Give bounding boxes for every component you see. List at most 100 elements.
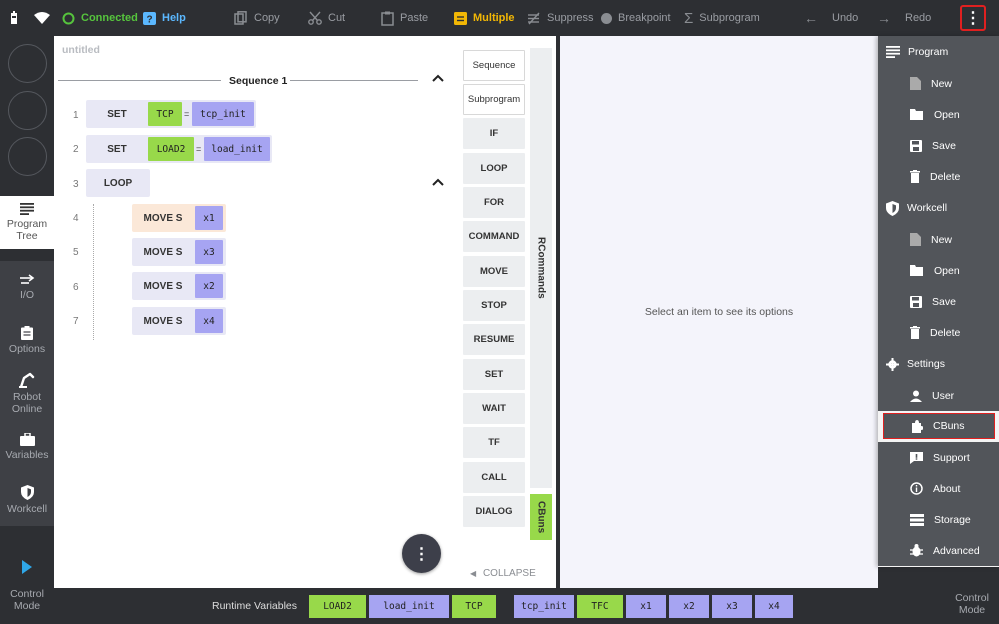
- shield-icon: [886, 200, 899, 216]
- subprogram-label: Subprogram: [699, 12, 760, 24]
- equals-sign: =: [196, 144, 202, 154]
- menu-program-save[interactable]: Save: [878, 130, 999, 161]
- clipboard-list-icon: [21, 326, 33, 340]
- redo-button[interactable]: → Redo: [877, 0, 931, 36]
- runtime-var-chip[interactable]: LOAD2: [309, 595, 366, 618]
- nav-workcell[interactable]: Workcell: [0, 473, 54, 526]
- menu-workcell-delete[interactable]: Delete: [878, 317, 999, 348]
- program-row-loop[interactable]: LOOP: [86, 169, 150, 197]
- cmd-move[interactable]: MOVE: [463, 256, 525, 287]
- menu-program-open[interactable]: Open: [878, 99, 999, 130]
- menu-settings-cbuns[interactable]: CBuns: [883, 413, 995, 439]
- floating-action-button[interactable]: ⋮: [402, 534, 441, 573]
- breakpoint-icon: [601, 12, 612, 24]
- value-chip[interactable]: tcp_init: [192, 102, 254, 126]
- undo-label: Undo: [832, 12, 859, 24]
- cmd-if[interactable]: IF: [463, 118, 525, 149]
- nav-label: Variables: [5, 448, 49, 461]
- menu-item-label: Advanced: [933, 544, 980, 557]
- sigma-icon: Σ: [684, 9, 694, 27]
- value-chip[interactable]: x1: [195, 206, 223, 230]
- control-mode-label: Control Mode: [955, 592, 989, 616]
- value-chip[interactable]: x2: [195, 274, 223, 298]
- cmd-wait[interactable]: WAIT: [463, 393, 525, 424]
- control-mode-right[interactable]: Control Mode: [945, 560, 999, 616]
- menu-item-label: User: [932, 389, 955, 402]
- breakpoint-label: Breakpoint: [618, 12, 671, 24]
- cut-button[interactable]: Cut: [308, 0, 345, 36]
- runtime-var-chip[interactable]: x2: [669, 595, 709, 618]
- collapse-button[interactable]: ◀ COLLAPSE: [470, 568, 536, 579]
- value-chip[interactable]: load_init: [204, 137, 270, 161]
- save-icon: [910, 295, 922, 308]
- cmd-for[interactable]: FOR: [463, 187, 525, 218]
- menu-settings-user[interactable]: User: [878, 380, 999, 411]
- value-chip[interactable]: x4: [195, 309, 223, 333]
- chevron-up-icon[interactable]: [432, 74, 444, 86]
- more-menu-button[interactable]: ⋮: [960, 5, 986, 31]
- runtime-var-chip[interactable]: x4: [755, 595, 793, 618]
- menu-workcell-save[interactable]: Save: [878, 286, 999, 317]
- menu-workcell-open[interactable]: Open: [878, 255, 999, 286]
- copy-button[interactable]: Copy: [234, 0, 280, 36]
- variable-chip[interactable]: TCP: [148, 102, 182, 126]
- cmd-resume[interactable]: RESUME: [463, 324, 525, 355]
- menu-workcell-new[interactable]: New: [878, 224, 999, 255]
- nav-options[interactable]: Options: [0, 314, 54, 367]
- multiple-select-toggle[interactable]: Multiple: [454, 0, 515, 36]
- runtime-var-chip[interactable]: TCP: [452, 595, 496, 618]
- command-label: MOVE S: [143, 246, 183, 258]
- variable-chip[interactable]: LOAD2: [148, 137, 194, 161]
- arrow-left-icon: ←: [804, 10, 818, 26]
- cmd-call[interactable]: CALL: [463, 462, 525, 493]
- options-placeholder: Select an item to see its options: [644, 306, 794, 318]
- tab-cbuns[interactable]: CBuns: [530, 494, 552, 540]
- control-mode-left[interactable]: Control Mode: [0, 540, 54, 624]
- help-icon: ?: [143, 11, 156, 25]
- paste-label: Paste: [400, 12, 429, 24]
- undo-button[interactable]: ← Undo: [804, 0, 858, 36]
- menu-program-new[interactable]: New: [878, 68, 999, 99]
- menu-program-delete[interactable]: Delete: [878, 161, 999, 192]
- suppress-button[interactable]: Suppress: [527, 0, 593, 36]
- commands-palette: Sequence Subprogram IF LOOP FOR COMMAND …: [458, 36, 558, 588]
- paste-button[interactable]: Paste: [381, 0, 428, 36]
- cmd-loop[interactable]: LOOP: [463, 153, 525, 184]
- sequence-title[interactable]: Sequence 1: [229, 75, 287, 87]
- nav-io[interactable]: I/O: [0, 261, 54, 314]
- equals-sign: =: [184, 109, 190, 119]
- breakpoint-button[interactable]: Breakpoint: [601, 0, 671, 36]
- nav-variables[interactable]: Variables: [0, 420, 54, 473]
- menu-settings-storage[interactable]: Storage: [878, 504, 999, 535]
- chevron-up-icon[interactable]: [432, 178, 444, 190]
- cmd-dialog[interactable]: DIALOG: [463, 496, 525, 527]
- line-number: 1: [73, 110, 79, 121]
- runtime-var-chip[interactable]: x3: [712, 595, 752, 618]
- cmd-stop[interactable]: STOP: [463, 290, 525, 321]
- cmd-command[interactable]: COMMAND: [463, 221, 525, 252]
- connection-status[interactable]: Connected: [62, 0, 138, 36]
- nav-program-tree[interactable]: Program Tree: [0, 196, 54, 249]
- nav-robot-online[interactable]: Robot Online: [0, 367, 54, 420]
- value-chip[interactable]: x3: [195, 240, 223, 264]
- runtime-var-chip[interactable]: TFC: [577, 595, 623, 618]
- runtime-var-chip[interactable]: load_init: [369, 595, 449, 618]
- runtime-var-chip[interactable]: tcp_init: [514, 595, 574, 618]
- menu-settings-about[interactable]: About: [878, 473, 999, 504]
- cmd-sequence[interactable]: Sequence: [463, 50, 525, 81]
- help-button[interactable]: ? Help: [143, 0, 186, 36]
- menu-item-label: Save: [932, 139, 956, 152]
- menu-item-label: Storage: [934, 513, 971, 526]
- cmd-tf[interactable]: TF: [463, 427, 525, 458]
- clipboard-icon: [381, 11, 394, 26]
- runtime-var-chip[interactable]: x1: [626, 595, 666, 618]
- cmd-subprogram[interactable]: Subprogram: [463, 84, 525, 115]
- subprogram-button[interactable]: Σ Subprogram: [684, 0, 760, 36]
- multiple-label: Multiple: [473, 12, 515, 24]
- wifi-icon: [34, 0, 50, 36]
- menu-item-label: About: [933, 482, 961, 495]
- menu-settings-support[interactable]: Support: [878, 442, 999, 473]
- command-label: MOVE S: [143, 315, 183, 327]
- cmd-set[interactable]: SET: [463, 359, 525, 390]
- tab-rcommands[interactable]: RCommands: [530, 48, 552, 488]
